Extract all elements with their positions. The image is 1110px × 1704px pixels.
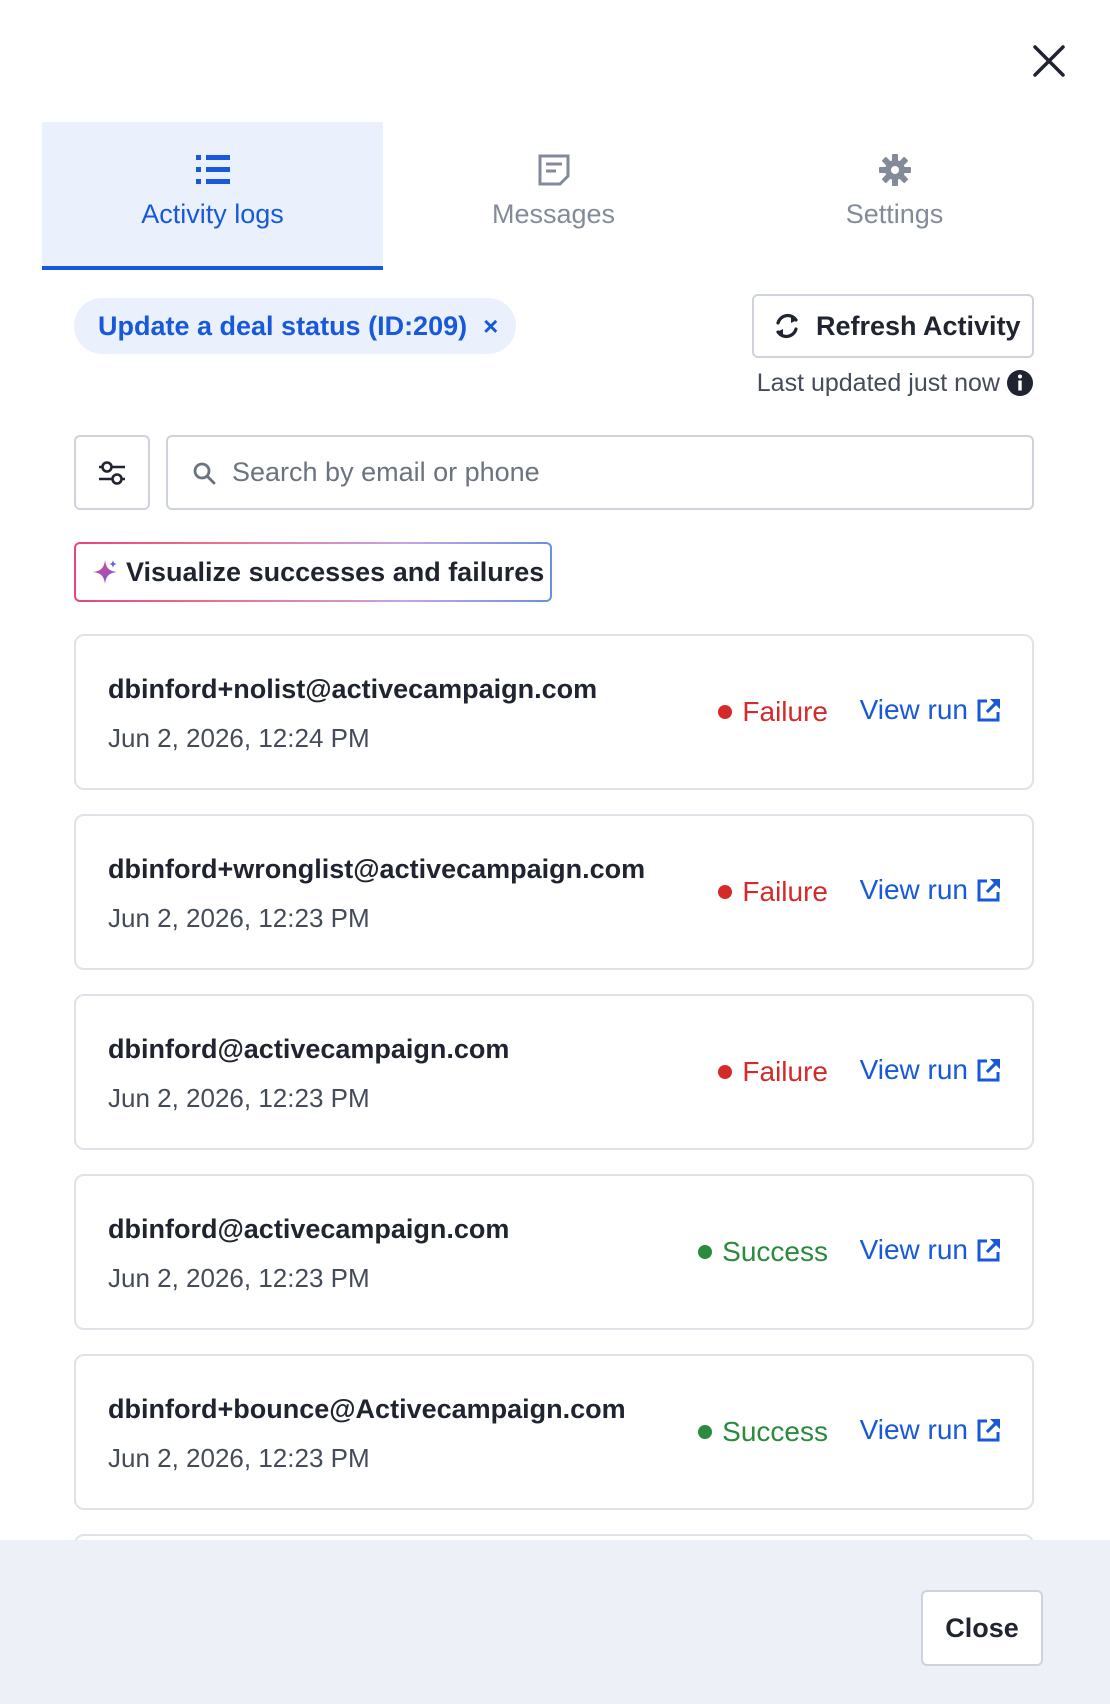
contact-email: dbinford+nolist@activecampaign.com: [108, 674, 598, 704]
contact-email: dbinford+wronglist@activecampaign.com: [108, 854, 646, 884]
message-icon: [536, 152, 572, 188]
run-date: Jun 2, 2026, 12:23 PM: [108, 1263, 370, 1293]
close-icon[interactable]: [1026, 38, 1072, 84]
view-run-label: View run: [859, 1234, 968, 1265]
view-run-link[interactable]: View run: [860, 874, 1002, 906]
tab-label: Messages: [491, 199, 616, 229]
external-link-icon: [977, 1238, 1001, 1262]
tab-settings[interactable]: Settings: [724, 122, 1065, 270]
activity-log-item: dbinford+wronglist@activecampaign.com Ju…: [74, 814, 1034, 970]
sparkle-icon: [93, 560, 117, 584]
status-label: Failure: [742, 696, 828, 727]
external-link-icon: [977, 1058, 1001, 1082]
status-badge: Success: [698, 1236, 828, 1268]
run-date: Jun 2, 2026, 12:23 PM: [108, 903, 370, 933]
search-field: [166, 435, 1034, 510]
view-run-label: View run: [859, 694, 968, 725]
status-badge: Failure: [718, 1056, 828, 1088]
status-dot: [698, 1425, 713, 1439]
view-run-link[interactable]: View run: [860, 1234, 1002, 1266]
modal-footer: Close: [0, 1540, 1110, 1704]
status-label: Success: [722, 1416, 828, 1447]
gear-icon: [877, 152, 913, 188]
search-icon: [193, 462, 216, 484]
visualize-successes-failures-button[interactable]: Visualize successes and failures: [74, 542, 552, 602]
visualize-button-inner: Visualize successes and failures: [76, 544, 550, 600]
external-link-icon: [977, 878, 1001, 902]
info-icon[interactable]: [1006, 369, 1034, 397]
search-input[interactable]: [232, 457, 992, 488]
tab-label: Activity logs: [141, 199, 284, 229]
refresh-activity-button[interactable]: Refresh Activity: [752, 294, 1034, 358]
status-badge: Success: [698, 1416, 828, 1448]
run-date: Jun 2, 2026, 12:23 PM: [108, 1443, 370, 1473]
activity-log-item: dbinford+bounce@Activecampaign.com Jun 2…: [74, 1354, 1034, 1510]
status-label: Failure: [742, 876, 828, 907]
view-run-label: View run: [859, 1414, 968, 1445]
view-run-label: View run: [859, 1054, 968, 1085]
status-dot: [718, 705, 733, 719]
contact-email: dbinford@activecampaign.com: [108, 1034, 510, 1064]
view-run-link[interactable]: View run: [860, 1054, 1002, 1086]
view-run-link[interactable]: View run: [860, 694, 1002, 726]
active-filter-chip: Update a deal status (ID:209) ×: [74, 298, 517, 354]
visualize-button-label: Visualize successes and failures: [126, 556, 545, 587]
status-label: Failure: [742, 1056, 828, 1087]
list-icon: [195, 152, 231, 188]
contact-email: dbinford+bounce@Activecampaign.com: [108, 1394, 626, 1424]
last-updated-text: Last updated just now: [757, 366, 1034, 400]
tab-label: Settings: [845, 199, 944, 229]
close-button[interactable]: Close: [921, 1590, 1043, 1666]
last-updated-label: Last updated just now: [756, 368, 1000, 397]
activity-log-item: dbinford@activecampaign.com Jun 2, 2026,…: [74, 1174, 1034, 1330]
tab-bar: Activity logs Messages Settings: [42, 122, 1065, 270]
status-badge: Failure: [718, 876, 828, 908]
tab-messages[interactable]: Messages: [383, 122, 724, 270]
contact-email: dbinford@activecampaign.com: [108, 1214, 510, 1244]
external-link-icon: [977, 698, 1001, 722]
status-dot: [718, 1065, 733, 1079]
external-link-icon: [977, 1418, 1001, 1442]
activity-log-item: dbinford+nolist@activecampaign.com Jun 2…: [74, 634, 1034, 790]
refresh-icon: [776, 313, 798, 339]
tab-activity-logs[interactable]: Activity logs: [42, 122, 383, 270]
filter-options-button[interactable]: [74, 435, 150, 510]
status-dot: [718, 885, 733, 899]
activity-log-item: dbinford@activecampaign.com Jun 2, 2026,…: [74, 994, 1034, 1150]
run-date: Jun 2, 2026, 12:23 PM: [108, 1083, 370, 1113]
status-label: Success: [722, 1236, 828, 1267]
status-badge: Failure: [718, 696, 828, 728]
view-run-label: View run: [859, 874, 968, 905]
status-dot: [698, 1245, 713, 1259]
refresh-activity-label: Refresh Activity: [816, 310, 1021, 341]
remove-filter-button[interactable]: ×: [483, 313, 498, 339]
view-run-link[interactable]: View run: [860, 1414, 1002, 1446]
run-date: Jun 2, 2026, 12:24 PM: [108, 723, 370, 753]
filter-chip-label: Update a deal status (ID:209): [98, 310, 468, 341]
sliders-icon: [99, 460, 125, 485]
